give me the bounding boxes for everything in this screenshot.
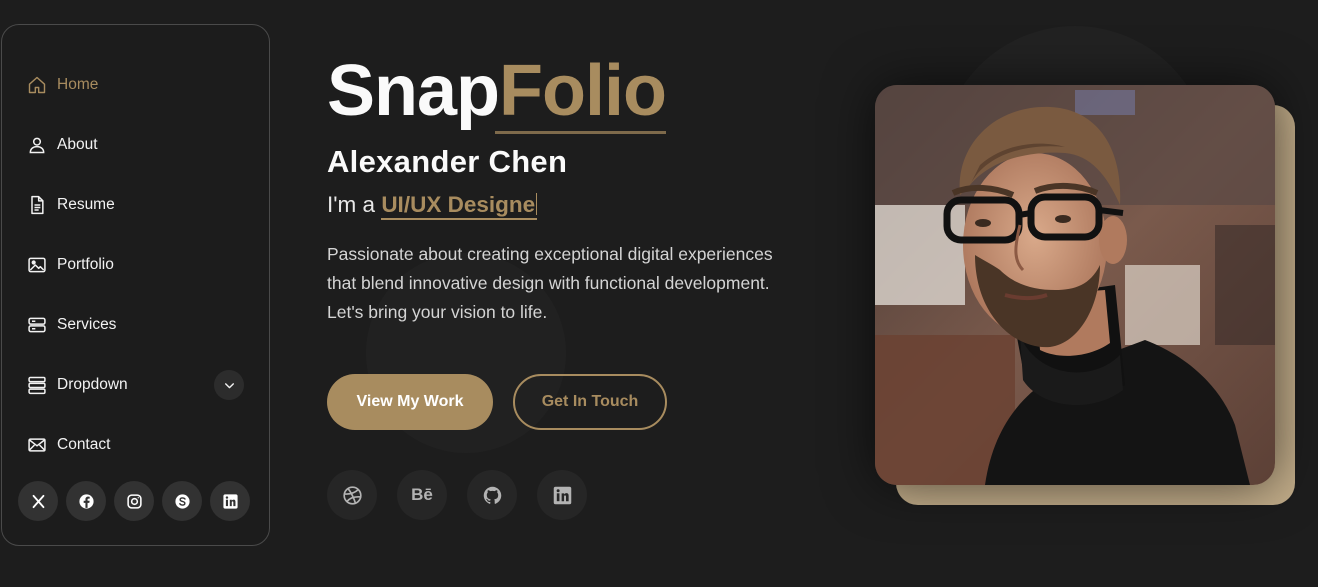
sidebar-item-portfolio[interactable]: Portfolio (2, 235, 269, 295)
sidebar-item-contact[interactable]: Contact (2, 415, 269, 475)
sidebar: Home About Resume Portfolio Services Dro… (1, 24, 270, 546)
sidebar-item-services[interactable]: Services (2, 295, 269, 355)
x-icon[interactable] (18, 481, 58, 521)
sidebar-item-resume[interactable]: Resume (2, 175, 269, 235)
sidebar-socials (18, 481, 250, 521)
role-typed-value: UI/UX Designe (381, 192, 536, 217)
hero-description: Passionate about creating exceptional di… (327, 244, 773, 322)
sidebar-item-about[interactable]: About (2, 115, 269, 175)
portrait-photo (875, 85, 1275, 485)
sidebar-item-dropdown[interactable]: Dropdown (2, 355, 269, 415)
typing-caret (536, 193, 538, 215)
server-icon (26, 314, 48, 336)
home-icon (26, 74, 48, 96)
linkedin-icon[interactable] (537, 470, 587, 520)
hero-socials: Bē (327, 470, 587, 520)
facebook-icon[interactable] (66, 481, 106, 521)
brand-part-1: Snap (327, 51, 500, 131)
role-line: I'm a UI/UX Designe (327, 192, 847, 220)
sidebar-nav: Home About Resume Portfolio Services Dro… (2, 25, 269, 475)
brand-part-2: Folio (499, 51, 667, 131)
view-work-button[interactable]: View My Work (327, 374, 493, 430)
skype-icon[interactable] (162, 481, 202, 521)
role-typed-text: UI/UX Designe (381, 192, 538, 220)
sidebar-item-label: Home (57, 76, 99, 93)
github-icon[interactable] (467, 470, 517, 520)
envelope-icon (26, 434, 48, 456)
role-prefix: I'm a (327, 192, 382, 217)
user-icon (26, 134, 48, 156)
menu-stack-icon (26, 374, 48, 396)
linkedin-icon[interactable] (210, 481, 250, 521)
hero-section: SnapFolio Alexander Chen I'm a UI/UX Des… (327, 48, 847, 520)
get-in-touch-button[interactable]: Get In Touch (513, 374, 667, 430)
sidebar-item-label: Contact (57, 436, 111, 453)
hero-buttons: View My Work Get In Touch (327, 374, 667, 430)
sidebar-item-label: About (57, 136, 98, 153)
behance-icon[interactable]: Bē (397, 470, 447, 520)
sidebar-item-label: Services (57, 316, 117, 333)
image-icon (26, 254, 48, 276)
person-name: Alexander Chen (327, 144, 568, 179)
instagram-icon[interactable] (114, 481, 154, 521)
dribbble-icon[interactable] (327, 470, 377, 520)
sidebar-item-label: Dropdown (57, 376, 128, 393)
chevron-down-icon[interactable] (214, 370, 244, 400)
sidebar-item-label: Portfolio (57, 256, 114, 273)
brand-title: SnapFolio (327, 48, 847, 134)
behance-label: Bē (411, 485, 433, 504)
brand-underline (495, 131, 666, 134)
sidebar-item-home[interactable]: Home (2, 55, 269, 115)
sidebar-item-label: Resume (57, 196, 115, 213)
file-icon (26, 194, 48, 216)
